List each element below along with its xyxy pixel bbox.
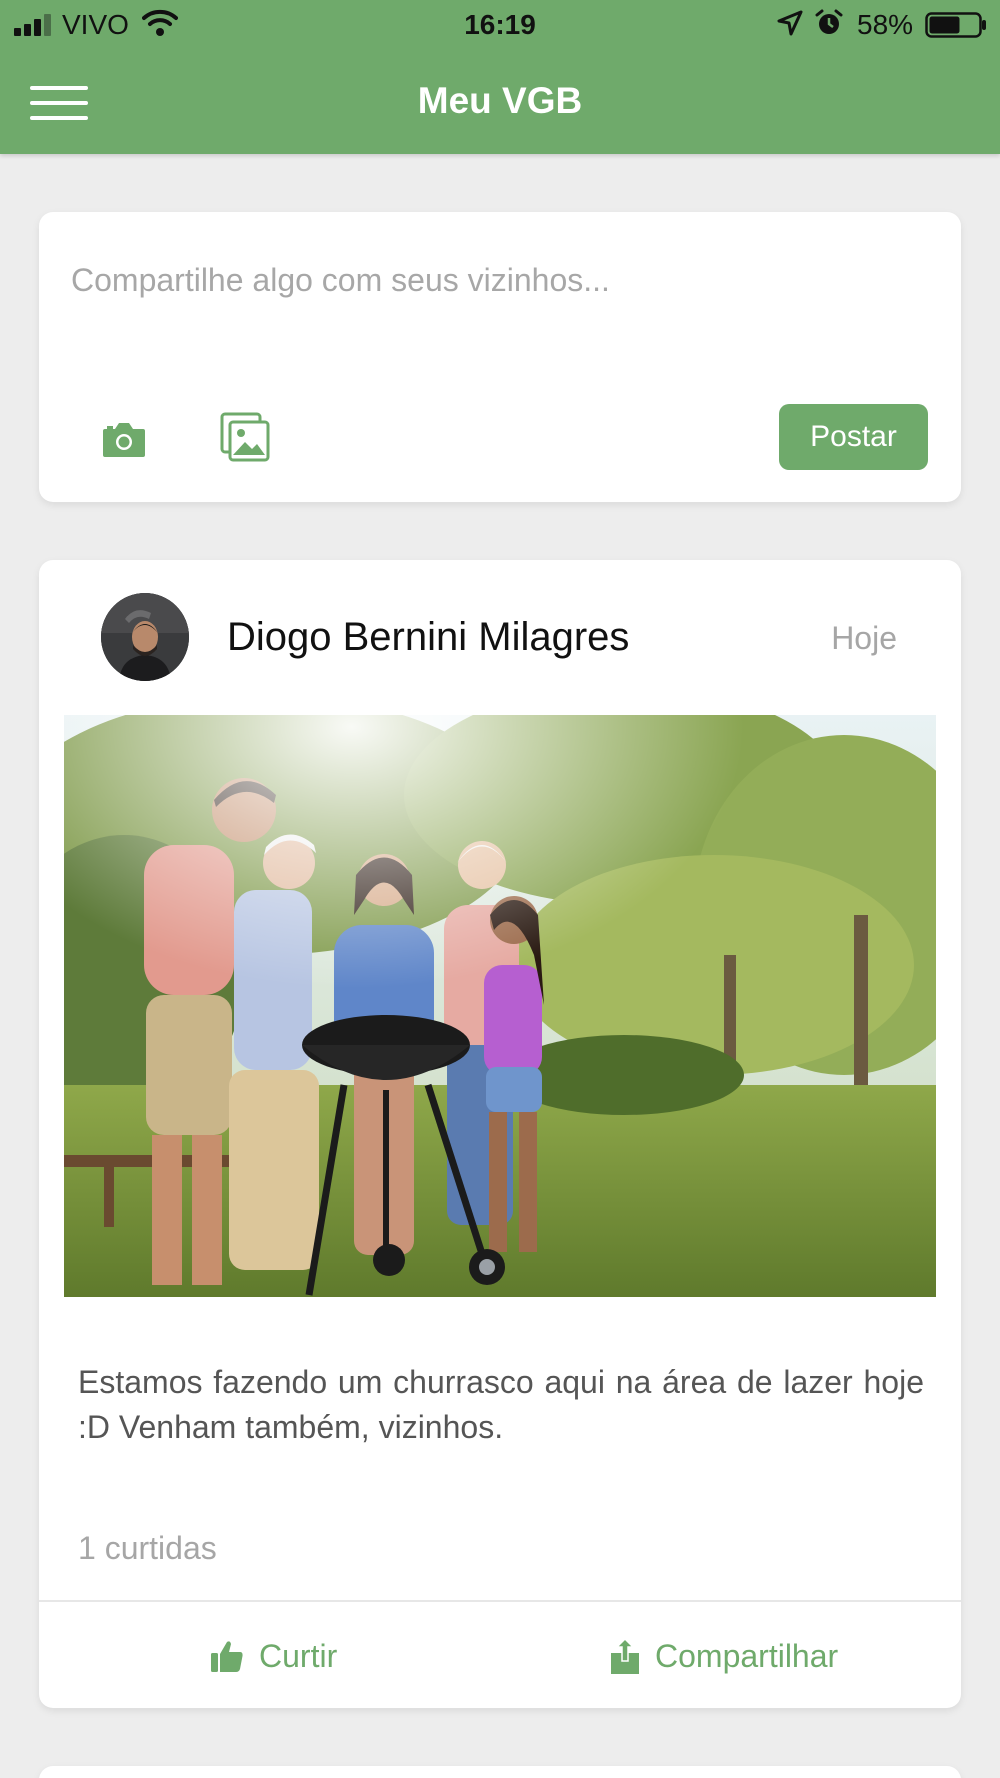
like-button[interactable]: Curtir [209,1620,337,1692]
next-post-card [39,1766,961,1778]
post-image[interactable] [64,715,936,1297]
post-composer: Postar [39,212,961,502]
location-arrow-icon [777,10,803,36]
likes-count[interactable]: 1 curtidas [78,1530,217,1567]
share-label: Compartilhar [655,1637,839,1674]
share-button[interactable]: Compartilhar [609,1620,838,1692]
post-card: Diogo Bernini Milagres Hoje Estamos faze… [39,560,961,1708]
share-icon [611,1637,639,1674]
battery-percent: 58% [857,9,914,40]
post-text: Estamos fazendo um churrasco aqui na áre… [78,1364,924,1445]
camera-icon[interactable] [101,419,147,459]
thumbs-up-icon [211,1641,243,1672]
post-button[interactable]: Postar [779,404,928,470]
divider [39,1600,961,1602]
composer-input[interactable] [71,262,921,299]
image-gallery-icon[interactable] [219,411,271,463]
avatar[interactable] [101,593,189,681]
app-header: VIVO 16:19 58% Meu VGB [0,0,1000,154]
post-time: Hoje [831,620,897,656]
battery-icon [925,12,986,38]
status-bar: VIVO 16:19 58% [0,0,1000,50]
status-time: 16:19 [464,9,536,40]
page-title: Meu VGB [417,80,583,121]
post-author[interactable]: Diogo Bernini Milagres [227,615,629,660]
like-label: Curtir [259,1637,338,1674]
alarm-icon [815,9,843,34]
